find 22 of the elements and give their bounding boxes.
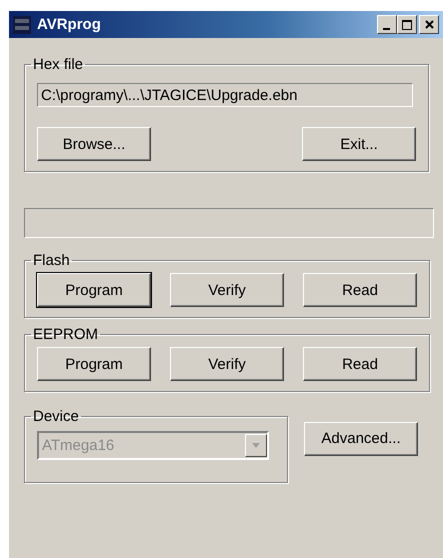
push-button[interactable]: Verify (170, 273, 284, 307)
push-button[interactable]: Read (303, 273, 417, 307)
path-field[interactable]: C:\programy\...\JTAGICE\Upgrade.ebn (37, 83, 413, 107)
push-button[interactable]: Program (37, 273, 151, 307)
window-title: AVRprog (37, 16, 102, 33)
group-label: Device (32, 408, 80, 425)
minimize-button[interactable] (377, 15, 397, 34)
group-label: Flash (32, 252, 71, 269)
group-label: EEPROM (32, 326, 100, 343)
group-label: Hex file (32, 56, 84, 73)
chip-icon (13, 16, 31, 34)
dropdown-arrow-icon (252, 443, 260, 448)
maximize-button[interactable] (397, 15, 417, 34)
push-button[interactable]: Verify (170, 347, 284, 381)
close-icon (424, 20, 434, 29)
maximize-icon (402, 20, 412, 30)
push-button[interactable]: Browse... (37, 127, 151, 161)
advanced-button[interactable]: Advanced... (304, 422, 418, 456)
push-button[interactable]: Exit... (302, 127, 416, 161)
close-button[interactable] (419, 15, 439, 34)
push-button[interactable]: Program (37, 347, 151, 381)
push-button[interactable]: Read (303, 347, 417, 381)
